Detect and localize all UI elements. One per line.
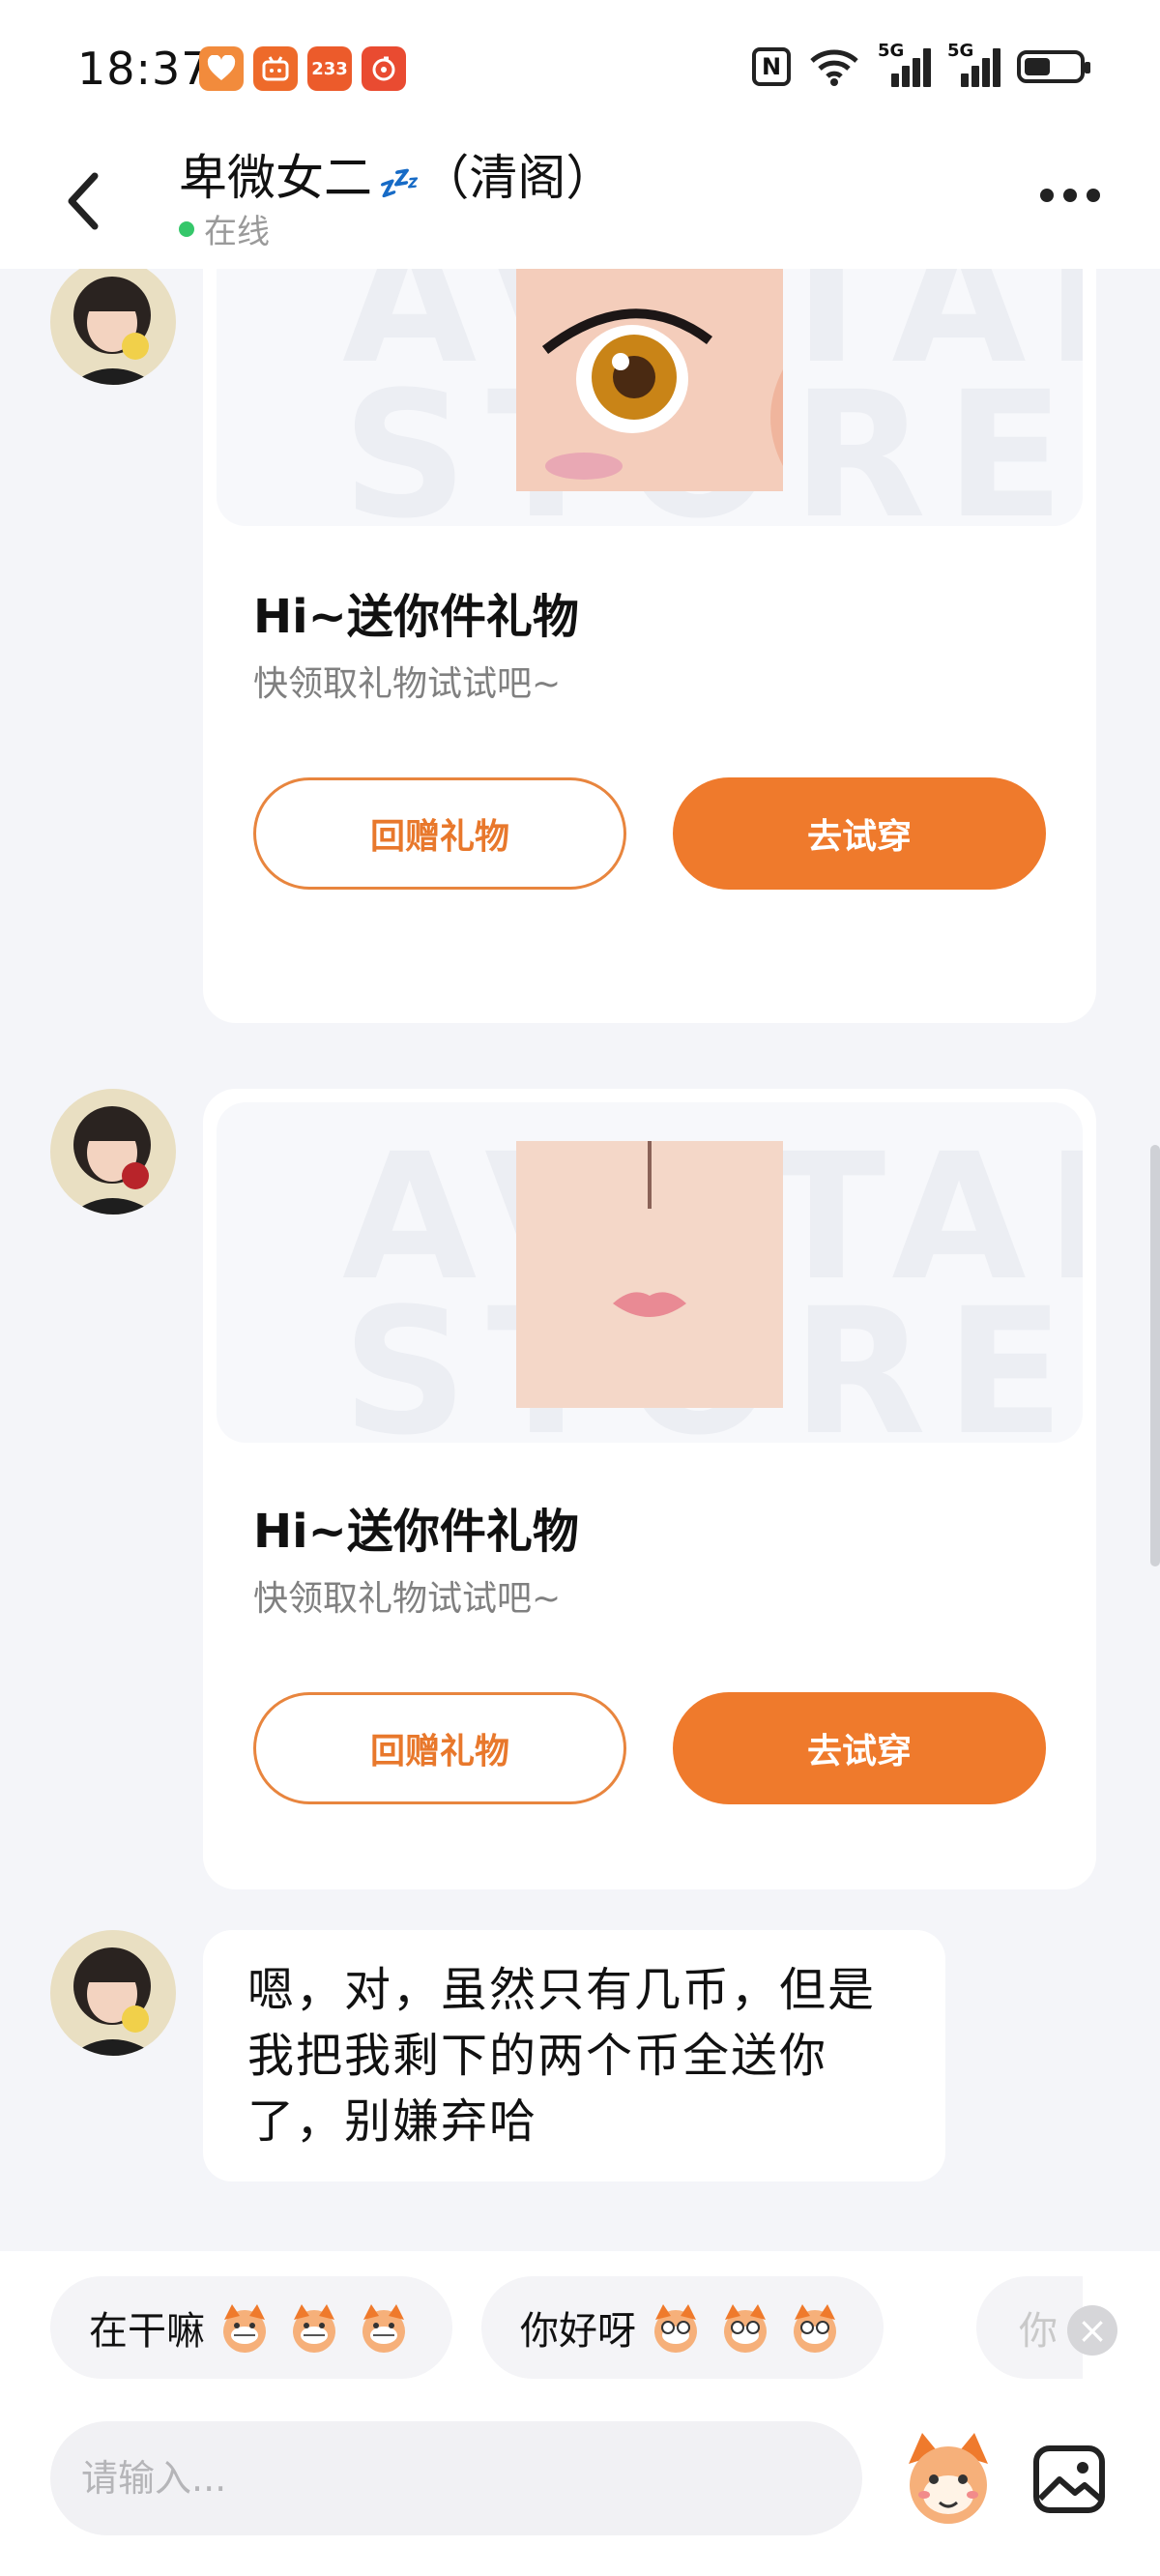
quick-reply-label: 你 <box>1019 2309 1058 2354</box>
online-label: 在线 <box>204 213 270 251</box>
message-line: 了，别嫌弃哈 <box>247 2094 538 2149</box>
online-status: 在线 <box>179 205 270 252</box>
wifi-icon <box>810 49 858 86</box>
quick-reply-chip[interactable]: 你好呀 <box>481 2276 884 2379</box>
quick-reply-chip[interactable]: 在干嘛 <box>50 2276 452 2379</box>
gift-card-subtitle: 快领取礼物试试吧~ <box>253 664 562 704</box>
status-time: 18:37 <box>77 43 211 95</box>
avatar[interactable] <box>50 1930 176 2056</box>
mascot-emoji-icon <box>654 2304 697 2353</box>
gift-lips-image <box>516 1141 783 1408</box>
gift-preview: AVATAR STORE <box>217 1102 1083 1443</box>
scrollbar[interactable] <box>1150 1145 1160 1566</box>
gift-card-title: Hi~送你件礼物 <box>253 1505 579 1559</box>
signal-icon-1: 5G <box>878 41 931 87</box>
sleep-emoji: 💤 <box>376 164 418 203</box>
mascot-emoji-icon <box>794 2304 836 2353</box>
message-line: 嗯，对，虽然只有几币，但是 <box>247 1963 877 2017</box>
bilibili-icon <box>253 46 298 91</box>
mascot-emoji-icon <box>293 2304 335 2353</box>
message-input[interactable] <box>79 2456 818 2501</box>
battery-icon <box>1017 50 1090 83</box>
avatar[interactable] <box>50 269 176 385</box>
try-on-button[interactable]: 去试穿 <box>673 777 1046 890</box>
composer-area: 在干嘛 你好呀 你 × <box>0 2251 1160 2576</box>
avatar[interactable] <box>50 1089 176 1215</box>
return-gift-button[interactable]: 回赠礼物 <box>253 777 626 890</box>
mascot-emoji-icon <box>223 2304 266 2353</box>
message-input-field[interactable] <box>50 2421 862 2535</box>
image-picker-icon[interactable] <box>1030 2441 1108 2518</box>
music-icon <box>362 46 406 91</box>
status-bar: 18:37 233 N 5G 5G <box>0 0 1160 145</box>
contact-name: 卑微女二 <box>179 150 372 206</box>
try-on-button[interactable]: 去试穿 <box>673 1692 1046 1804</box>
quick-reply-label: 在干嘛 <box>89 2309 205 2354</box>
message-list[interactable]: AVATAR STORE Hi~送你件礼物 快领取礼物试试吧~ 回赠礼物 去试穿 <box>0 269 1160 2251</box>
signal-icon-2: 5G <box>947 41 1000 87</box>
mascot-emoji-icon <box>362 2304 405 2353</box>
contact-group: （清阁） <box>420 150 615 206</box>
heart-app-icon <box>199 46 244 91</box>
quick-replies: 在干嘛 你好呀 <box>50 2276 884 2379</box>
chat-header: 卑微女二 💤（清阁） 在线 <box>0 126 1160 269</box>
message-line: 我把我剩下的两个币全送你 <box>247 2029 828 2083</box>
gift-card: AVATAR STORE Hi~送你件礼物 快领取礼物试试吧~ 回赠礼物 去试穿 <box>203 1089 1096 1889</box>
chat-title: 卑微女二 💤（清阁） <box>179 139 614 209</box>
quick-reply-label: 你好呀 <box>520 2309 636 2354</box>
more-options-icon[interactable] <box>1040 186 1102 205</box>
gift-preview: AVATAR STORE <box>217 269 1083 526</box>
emoji-mascot-icon[interactable] <box>895 2425 1001 2532</box>
233-icon: 233 <box>307 46 352 91</box>
system-icons: N 5G 5G <box>752 41 1090 87</box>
gift-card-title: Hi~送你件礼物 <box>253 590 579 644</box>
close-quick-replies-icon[interactable]: × <box>1067 2305 1117 2356</box>
message-bubble[interactable]: 嗯，对，虽然只有几币，但是 我把我剩下的两个币全送你 了，别嫌弃哈 <box>203 1930 945 2181</box>
mascot-emoji-icon <box>724 2304 767 2353</box>
nfc-icon: N <box>752 47 791 86</box>
gift-eye-image <box>516 269 783 491</box>
online-dot-icon <box>179 220 194 237</box>
return-gift-button[interactable]: 回赠礼物 <box>253 1692 626 1804</box>
gift-card: AVATAR STORE Hi~送你件礼物 快领取礼物试试吧~ 回赠礼物 去试穿 <box>203 269 1096 1023</box>
gift-card-subtitle: 快领取礼物试试吧~ <box>253 1579 562 1619</box>
back-arrow-icon[interactable] <box>56 162 114 240</box>
notification-icons: 233 <box>199 46 406 91</box>
